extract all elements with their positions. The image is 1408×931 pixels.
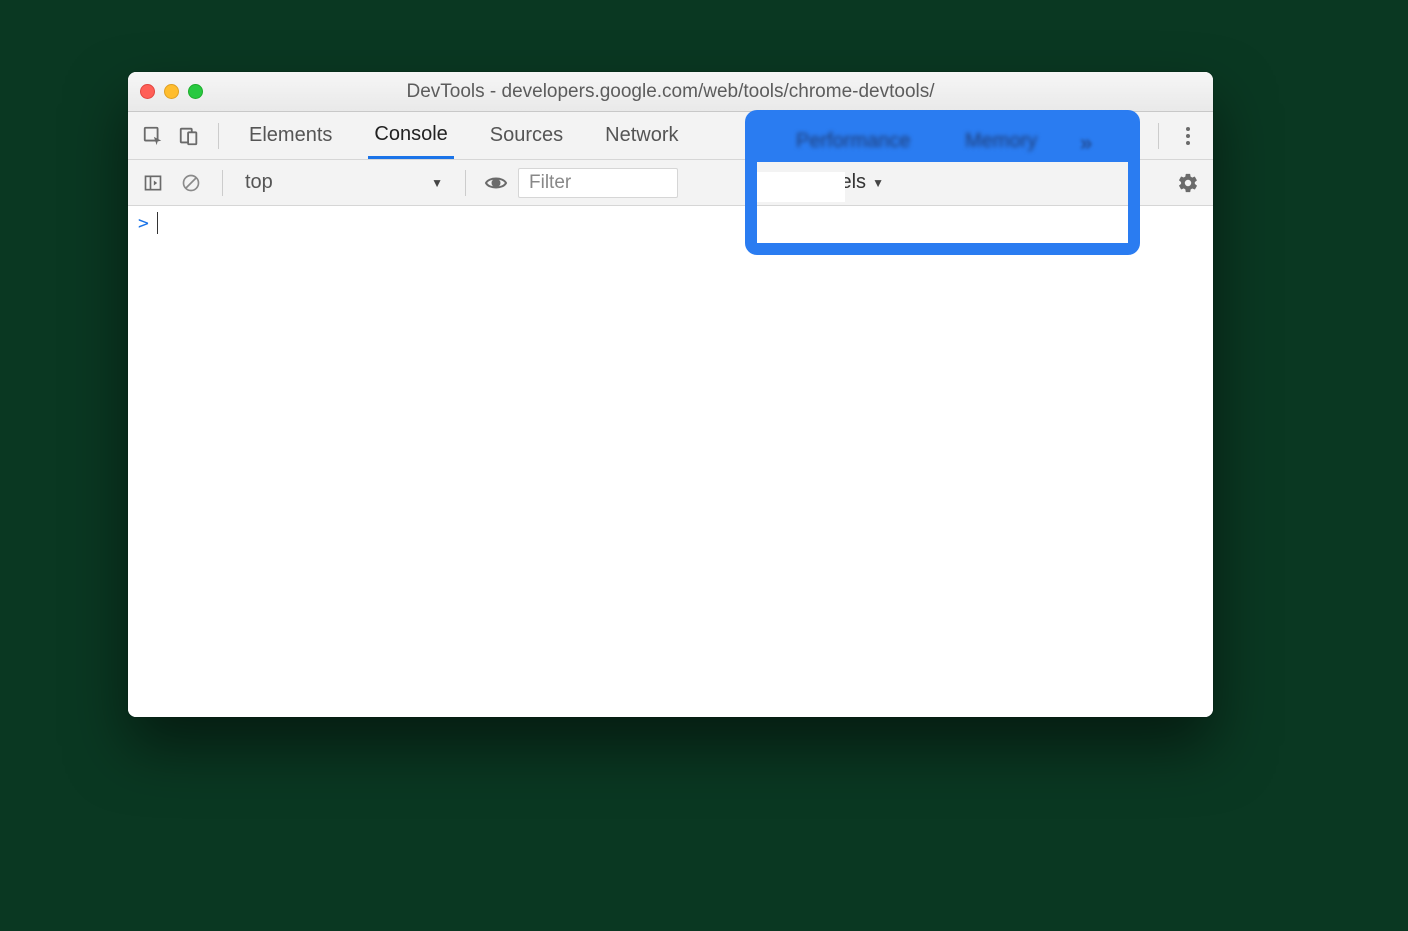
- live-expression-icon[interactable]: [482, 168, 510, 198]
- device-toggle-icon[interactable]: [174, 121, 204, 151]
- filter-input[interactable]: [518, 168, 678, 198]
- maximize-window-button[interactable]: [188, 84, 203, 99]
- dropdown-triangle-icon: ▼: [872, 176, 884, 190]
- settings-gear-icon[interactable]: [1173, 168, 1203, 198]
- toggle-sidebar-icon[interactable]: [138, 168, 168, 198]
- context-selector[interactable]: top ▼: [239, 171, 449, 194]
- console-output[interactable]: >: [128, 206, 1213, 717]
- annotation-overlay-fill: [757, 122, 1128, 162]
- traffic-lights: [140, 84, 203, 99]
- close-window-button[interactable]: [140, 84, 155, 99]
- panel-tabs: Elements Console Sources Network: [243, 112, 685, 159]
- tab-elements[interactable]: Elements: [243, 112, 338, 159]
- dropdown-triangle-icon: ▼: [431, 176, 443, 190]
- devtools-window: DevTools - developers.google.com/web/too…: [128, 72, 1213, 717]
- tab-network[interactable]: Network: [599, 112, 684, 159]
- divider: [465, 170, 466, 196]
- tab-console[interactable]: Console: [368, 112, 453, 159]
- context-label: top: [245, 171, 273, 194]
- inspect-element-icon[interactable]: [138, 121, 168, 151]
- console-prompt[interactable]: >: [138, 212, 1203, 234]
- console-toolbar: top ▼ Default levels ▼: [128, 160, 1213, 206]
- divider: [218, 123, 219, 149]
- tab-sources[interactable]: Sources: [484, 112, 569, 159]
- kebab-menu-icon[interactable]: [1173, 121, 1203, 151]
- minimize-window-button[interactable]: [164, 84, 179, 99]
- annotation-overlay-gap: [757, 172, 845, 202]
- divider: [1158, 123, 1159, 149]
- titlebar: DevTools - developers.google.com/web/too…: [128, 72, 1213, 112]
- text-cursor: [157, 212, 159, 234]
- prompt-chevron-icon: >: [138, 213, 149, 234]
- window-title: DevTools - developers.google.com/web/too…: [128, 81, 1213, 103]
- divider: [222, 170, 223, 196]
- clear-console-icon[interactable]: [176, 168, 206, 198]
